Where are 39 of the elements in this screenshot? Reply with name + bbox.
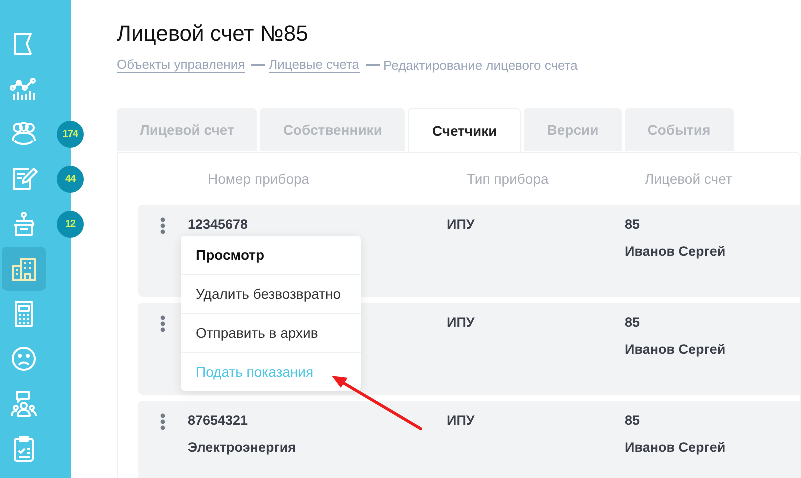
table-cell-text: 85 <box>625 315 642 330</box>
tab[interactable]: События <box>624 108 734 151</box>
separator-icon <box>366 64 380 66</box>
menu-item[interactable]: Отправить в архив <box>181 314 361 353</box>
table-cell-text: Электроэнергия <box>188 440 298 455</box>
team-icon <box>9 389 39 419</box>
tab[interactable]: Счетчики <box>408 108 522 152</box>
table-cell-text: 85 <box>625 413 642 428</box>
table-cell: ИПУ <box>447 413 475 428</box>
sidebar-item[interactable] <box>2 247 46 291</box>
menu-item[interactable]: Подать показания <box>181 353 361 391</box>
breadcrumb-text: Редактирование лицевого счета <box>384 58 578 72</box>
separator-icon <box>251 64 266 66</box>
tab[interactable]: Версии <box>524 108 622 151</box>
count-badge: 174 <box>57 121 84 148</box>
table-cell-text: 87654321 <box>188 413 250 428</box>
count-badge: 44 <box>57 166 84 193</box>
table-cell-text: Иванов Сергей <box>625 342 727 357</box>
table-cell-text: 12345678 <box>188 217 250 232</box>
count-badge: 12 <box>57 211 84 238</box>
breadcrumb-link[interactable]: Лицевые счета <box>269 57 360 73</box>
breadcrumb-link[interactable]: Объекты управления <box>117 57 246 73</box>
more-icon[interactable] <box>160 315 166 333</box>
sad-icon <box>9 344 39 374</box>
menu-item[interactable]: Удалить безвозвратно <box>181 275 361 314</box>
table-cell-text: Иванов Сергей <box>625 440 727 455</box>
column-header: Лицевой счет <box>645 171 734 187</box>
column-header: Тип прибора <box>467 171 550 187</box>
table-cell: ИПУ <box>447 217 475 232</box>
more-icon[interactable] <box>160 413 166 431</box>
table-cell: ИПУ <box>447 315 475 330</box>
table-cell-text: Иванов Сергей <box>625 244 727 259</box>
more-icon[interactable] <box>160 217 166 235</box>
tab[interactable]: Лицевой счет <box>117 108 258 151</box>
page-title: Лицевой счет №85 <box>117 21 310 47</box>
tab[interactable]: Собственники <box>260 108 406 151</box>
table-cell-text: 85 <box>625 217 642 232</box>
menu-item[interactable]: Просмотр <box>181 236 361 275</box>
column-header: Номер прибора <box>208 171 311 187</box>
